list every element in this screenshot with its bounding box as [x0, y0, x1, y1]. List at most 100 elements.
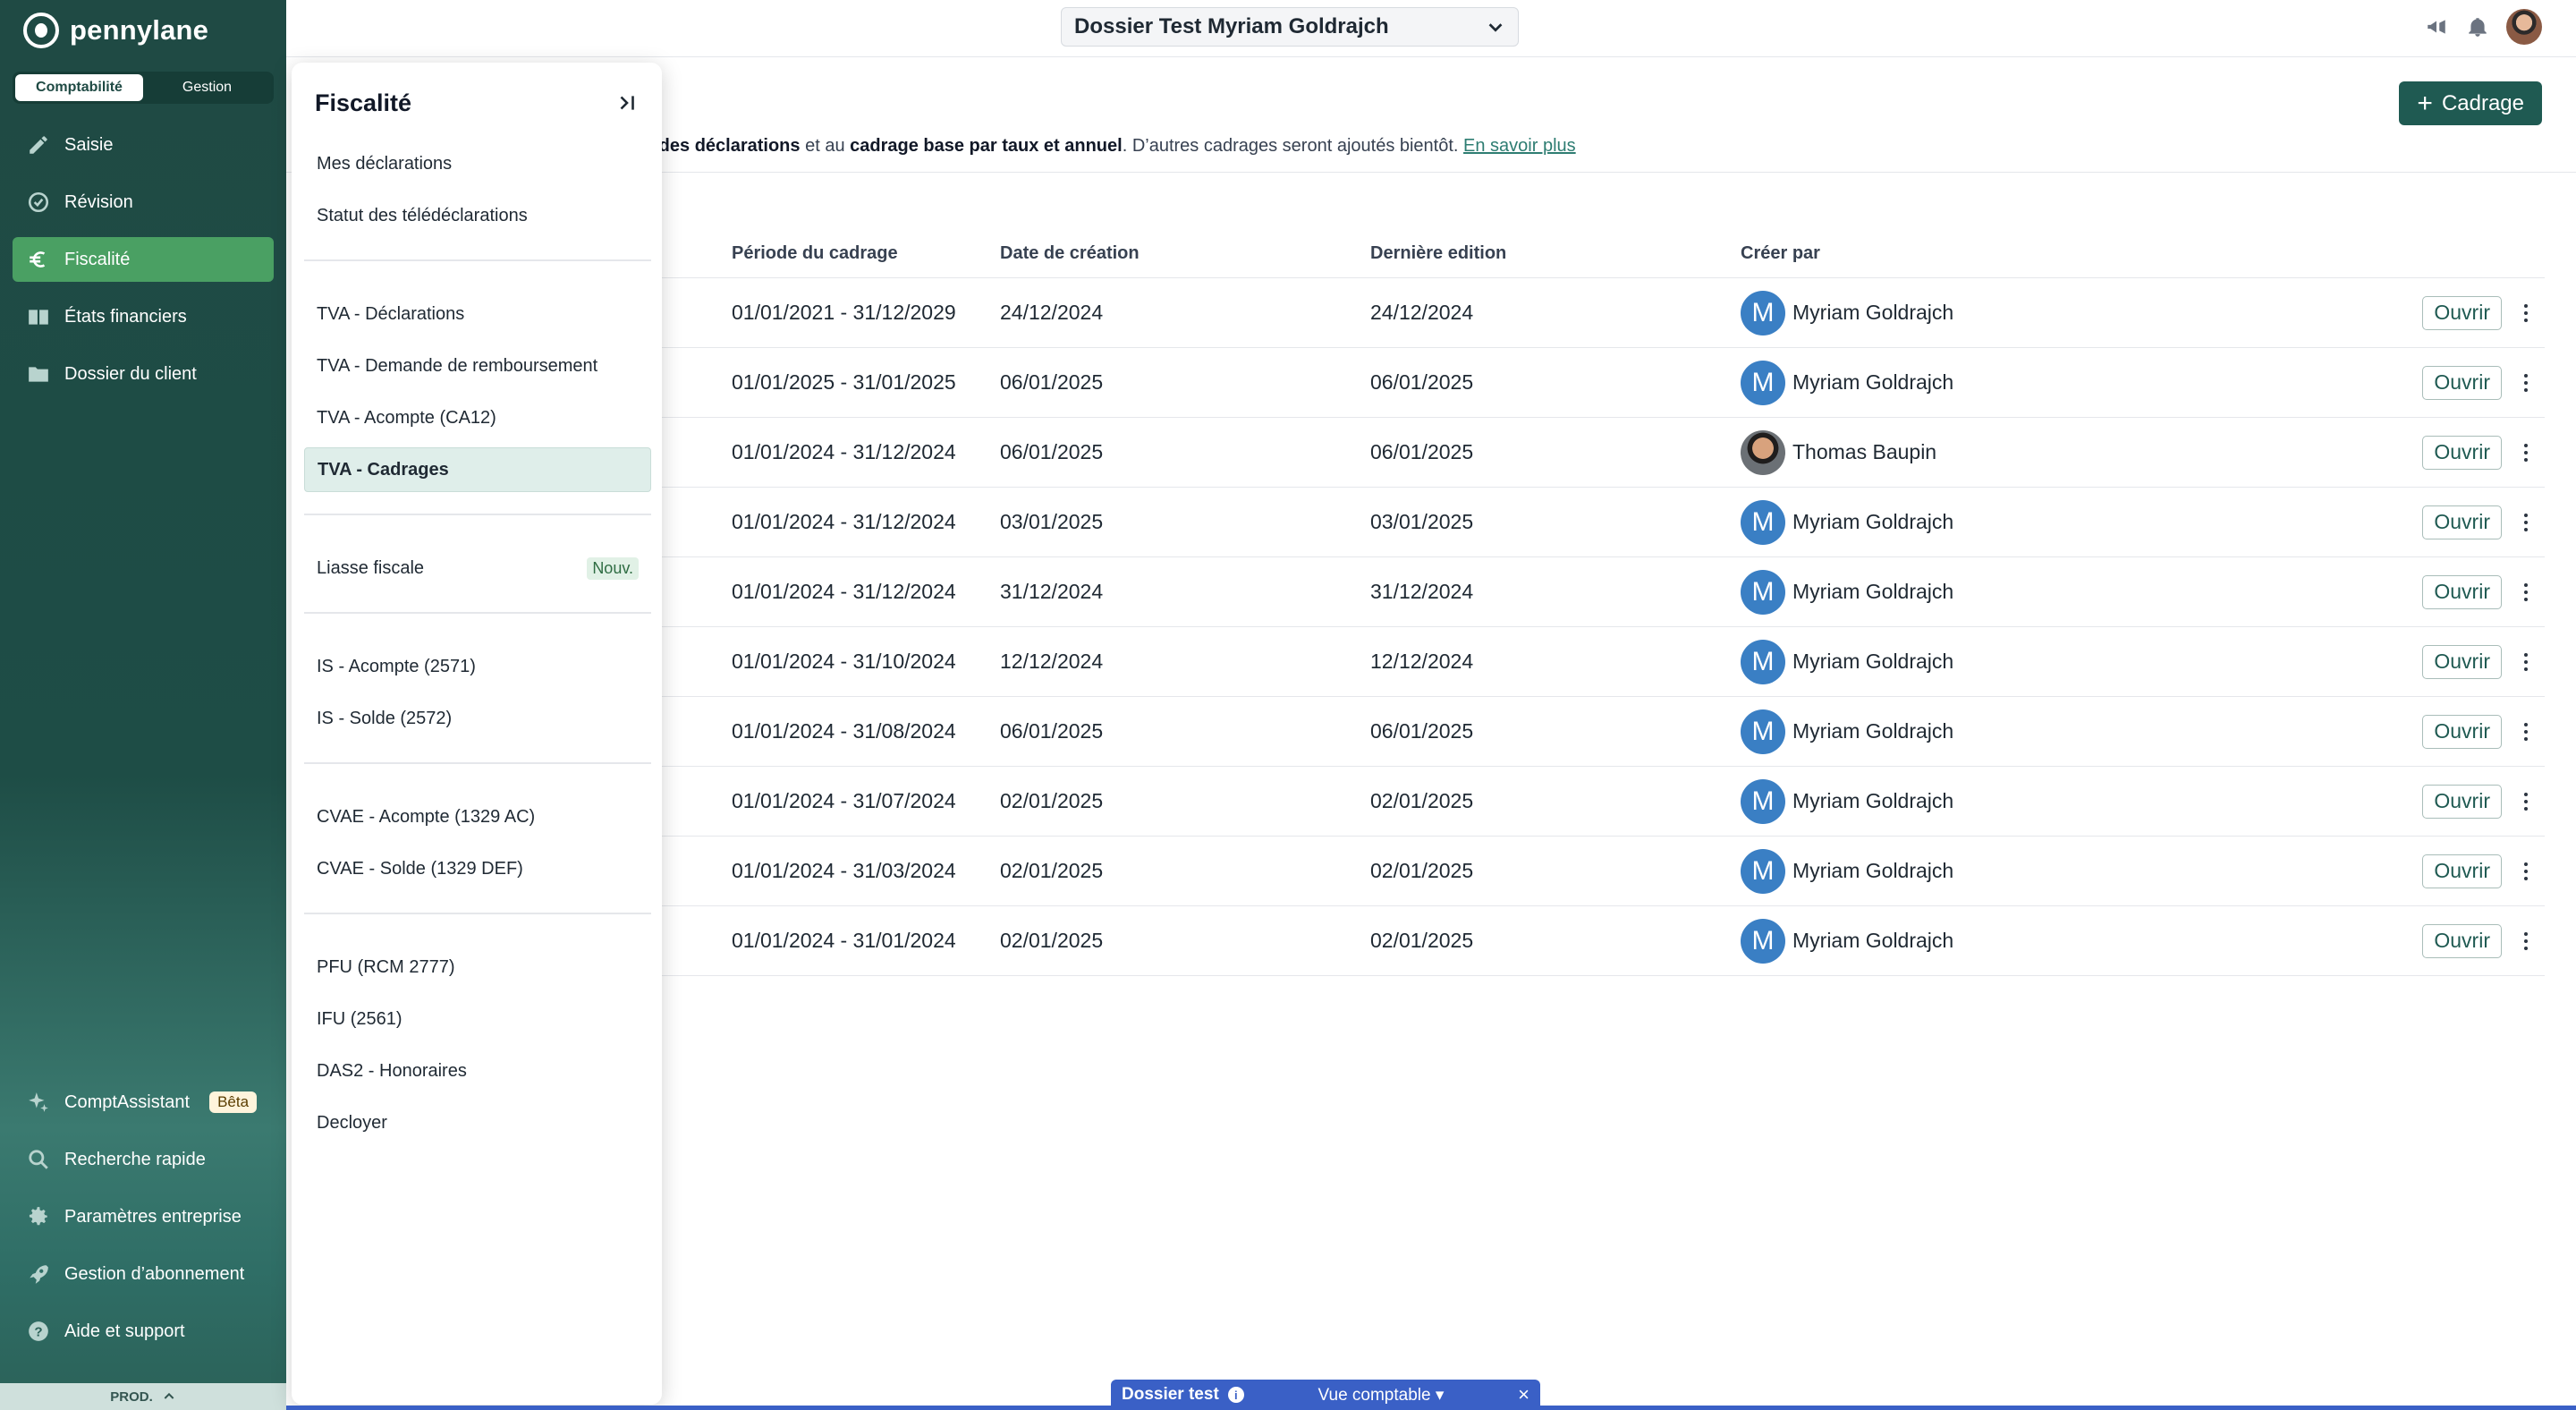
open-button[interactable]: Ouvrir [2422, 435, 2502, 470]
environment-indicator[interactable]: PROD. [0, 1383, 286, 1410]
dossier-selector[interactable]: Dossier Test Myriam Goldrajch [1061, 7, 1519, 47]
more-options-icon[interactable] [2518, 579, 2534, 606]
more-options-icon[interactable] [2518, 509, 2534, 536]
nav-label-aide: Aide et support [64, 1321, 185, 1341]
panel-menu-item[interactable]: Statut des télédéclarations [304, 193, 651, 238]
table-row[interactable]: 01/01/2025 - 31/01/2025 06/01/2025 06/01… [626, 348, 2545, 418]
cell-creation: 06/01/2025 [1000, 440, 1104, 463]
learn-more-link[interactable]: En savoir plus [1463, 136, 1576, 156]
info-icon[interactable]: i [1227, 1387, 1244, 1403]
cell-creation: 12/12/2024 [1000, 650, 1104, 673]
dossier-name: Dossier Test Myriam Goldrajch [1074, 14, 1389, 38]
panel-menu-item[interactable]: TVA - Cadrages [304, 447, 651, 492]
panel-menu-item[interactable]: DAS2 - Honoraires [304, 1049, 651, 1093]
table-row[interactable]: 01/01/2021 - 31/12/2029 24/12/2024 24/12… [626, 278, 2545, 348]
cell-createur: M Myriam Goldrajch [1741, 360, 2107, 405]
user-avatar: M [1741, 360, 1785, 405]
table-row[interactable]: 01/01/2024 - 31/08/2024 06/01/2025 06/01… [626, 697, 2545, 767]
panel-menu-label: CVAE - Acompte (1329 AC) [317, 806, 536, 827]
add-cadrage-button[interactable]: + Cadrage [2399, 81, 2542, 125]
panel-menu-item[interactable]: TVA - Déclarations [304, 292, 651, 336]
cell-createur: M Myriam Goldrajch [1741, 848, 2107, 894]
open-button[interactable]: Ouvrir [2422, 365, 2502, 400]
close-banner-icon[interactable]: × [1518, 1383, 1530, 1406]
info-bold-1: e des déclarations [644, 136, 801, 156]
col-createur[interactable]: Créer par [1741, 243, 2107, 264]
logo[interactable]: pennylane [23, 13, 208, 48]
cell-creation: 02/01/2025 [1000, 789, 1104, 812]
nav-item-revision[interactable]: Révision [13, 180, 274, 225]
switch-comptabilite[interactable]: Comptabilité [15, 74, 143, 101]
cell-createur: M Myriam Goldrajch [1741, 639, 2107, 684]
user-name: Myriam Goldrajch [1792, 650, 1954, 673]
panel-menu-item[interactable]: Decloyer [304, 1100, 651, 1145]
panel-menu-item[interactable]: PFU (RCM 2777) [304, 945, 651, 990]
more-options-icon[interactable] [2518, 718, 2534, 745]
open-button[interactable]: Ouvrir [2422, 784, 2502, 819]
open-button[interactable]: Ouvrir [2422, 644, 2502, 679]
table-row[interactable]: 01/01/2024 - 31/12/2024 03/01/2025 03/01… [626, 488, 2545, 557]
user-avatar: M [1741, 639, 1785, 684]
more-options-icon[interactable] [2518, 858, 2534, 885]
more-options-icon[interactable] [2518, 300, 2534, 327]
table-row[interactable]: 01/01/2024 - 31/10/2024 12/12/2024 12/12… [626, 627, 2545, 697]
top-bar: Dossier Test Myriam Goldrajch [286, 0, 2576, 57]
nav-item-fiscalite[interactable]: Fiscalité [13, 237, 274, 282]
panel-menu-item[interactable]: Liasse fiscale Nouv. [304, 546, 651, 590]
open-button[interactable]: Ouvrir [2422, 505, 2502, 539]
open-button[interactable]: Ouvrir [2422, 854, 2502, 888]
panel-menu-label: Mes déclarations [317, 153, 453, 174]
more-options-icon[interactable] [2518, 439, 2534, 466]
row-actions: Ouvrir [2107, 365, 2545, 400]
more-options-icon[interactable] [2518, 928, 2534, 955]
panel-menu-item[interactable]: Mes déclarations [304, 141, 651, 186]
more-options-icon[interactable] [2518, 369, 2534, 396]
top-actions [2424, 9, 2542, 45]
more-options-icon[interactable] [2518, 788, 2534, 815]
more-options-icon[interactable] [2518, 649, 2534, 675]
cell-edition: 12/12/2024 [1370, 650, 1474, 673]
open-button[interactable]: Ouvrir [2422, 574, 2502, 609]
open-button[interactable]: Ouvrir [2422, 714, 2502, 749]
panel-menu-label: IFU (2561) [317, 1008, 402, 1029]
open-button[interactable]: Ouvrir [2422, 295, 2502, 330]
fiscalite-panel: Fiscalité Mes déclarations Statut des tél… [292, 63, 662, 1405]
panel-menu-item[interactable]: IS - Acompte (2571) [304, 644, 651, 689]
panel-menu-item[interactable]: IS - Solde (2572) [304, 696, 651, 741]
open-button[interactable]: Ouvrir [2422, 923, 2502, 958]
panel-menu-item[interactable]: IFU (2561) [304, 997, 651, 1041]
megaphone-icon[interactable] [2424, 14, 2449, 39]
col-edition[interactable]: Dernière edition [1370, 243, 1741, 264]
bell-icon[interactable] [2465, 14, 2490, 39]
table-row[interactable]: 01/01/2024 - 31/01/2024 02/01/2025 02/01… [626, 906, 2545, 976]
cell-periode: 01/01/2024 - 31/03/2024 [732, 859, 956, 882]
user-avatar: M [1741, 778, 1785, 824]
table-row[interactable]: 01/01/2024 - 31/12/2024 06/01/2025 06/01… [626, 418, 2545, 488]
cell-creation: 02/01/2025 [1000, 929, 1104, 952]
col-periode[interactable]: Période du cadrage [626, 243, 1000, 264]
cell-periode: 01/01/2024 - 31/12/2024 [732, 580, 956, 603]
col-creation[interactable]: Date de création [1000, 243, 1370, 264]
table-row[interactable]: 01/01/2024 - 31/07/2024 02/01/2025 02/01… [626, 767, 2545, 837]
table-row[interactable]: 01/01/2024 - 31/12/2024 31/12/2024 31/12… [626, 557, 2545, 627]
nav-item-abonnement[interactable]: Gestion d’abonnement [13, 1252, 274, 1296]
switch-gestion[interactable]: Gestion [143, 74, 271, 101]
nav-item-comptassistant[interactable]: ComptAssistant Bêta [13, 1080, 274, 1125]
panel-menu-item[interactable]: TVA - Demande de remboursement [304, 344, 651, 388]
nav-item-etats-financiers[interactable]: États financiers [13, 294, 274, 339]
panel-menu-item[interactable]: CVAE - Acompte (1329 AC) [304, 794, 651, 839]
collapse-panel-icon[interactable] [615, 91, 639, 115]
user-avatar[interactable] [2506, 9, 2542, 45]
table-row[interactable]: 01/01/2024 - 31/03/2024 02/01/2025 02/01… [626, 837, 2545, 906]
nav-item-aide[interactable]: ? Aide et support [13, 1309, 274, 1354]
cell-edition: 02/01/2025 [1370, 929, 1474, 952]
panel-menu-item[interactable]: CVAE - Solde (1329 DEF) [304, 846, 651, 891]
nav-item-recherche[interactable]: Recherche rapide [13, 1137, 274, 1182]
mode-switch: Comptabilité Gestion [13, 72, 274, 104]
nav-item-dossier-client[interactable]: Dossier du client [13, 352, 274, 396]
nav-item-saisie[interactable]: Saisie [13, 123, 274, 167]
view-selector[interactable]: Vue comptable ▾ [1318, 1385, 1445, 1406]
nav-item-parametres[interactable]: Paramètres entreprise [13, 1194, 274, 1239]
panel-menu-item[interactable]: TVA - Acompte (CA12) [304, 395, 651, 440]
user-name: Myriam Goldrajch [1792, 580, 1954, 603]
